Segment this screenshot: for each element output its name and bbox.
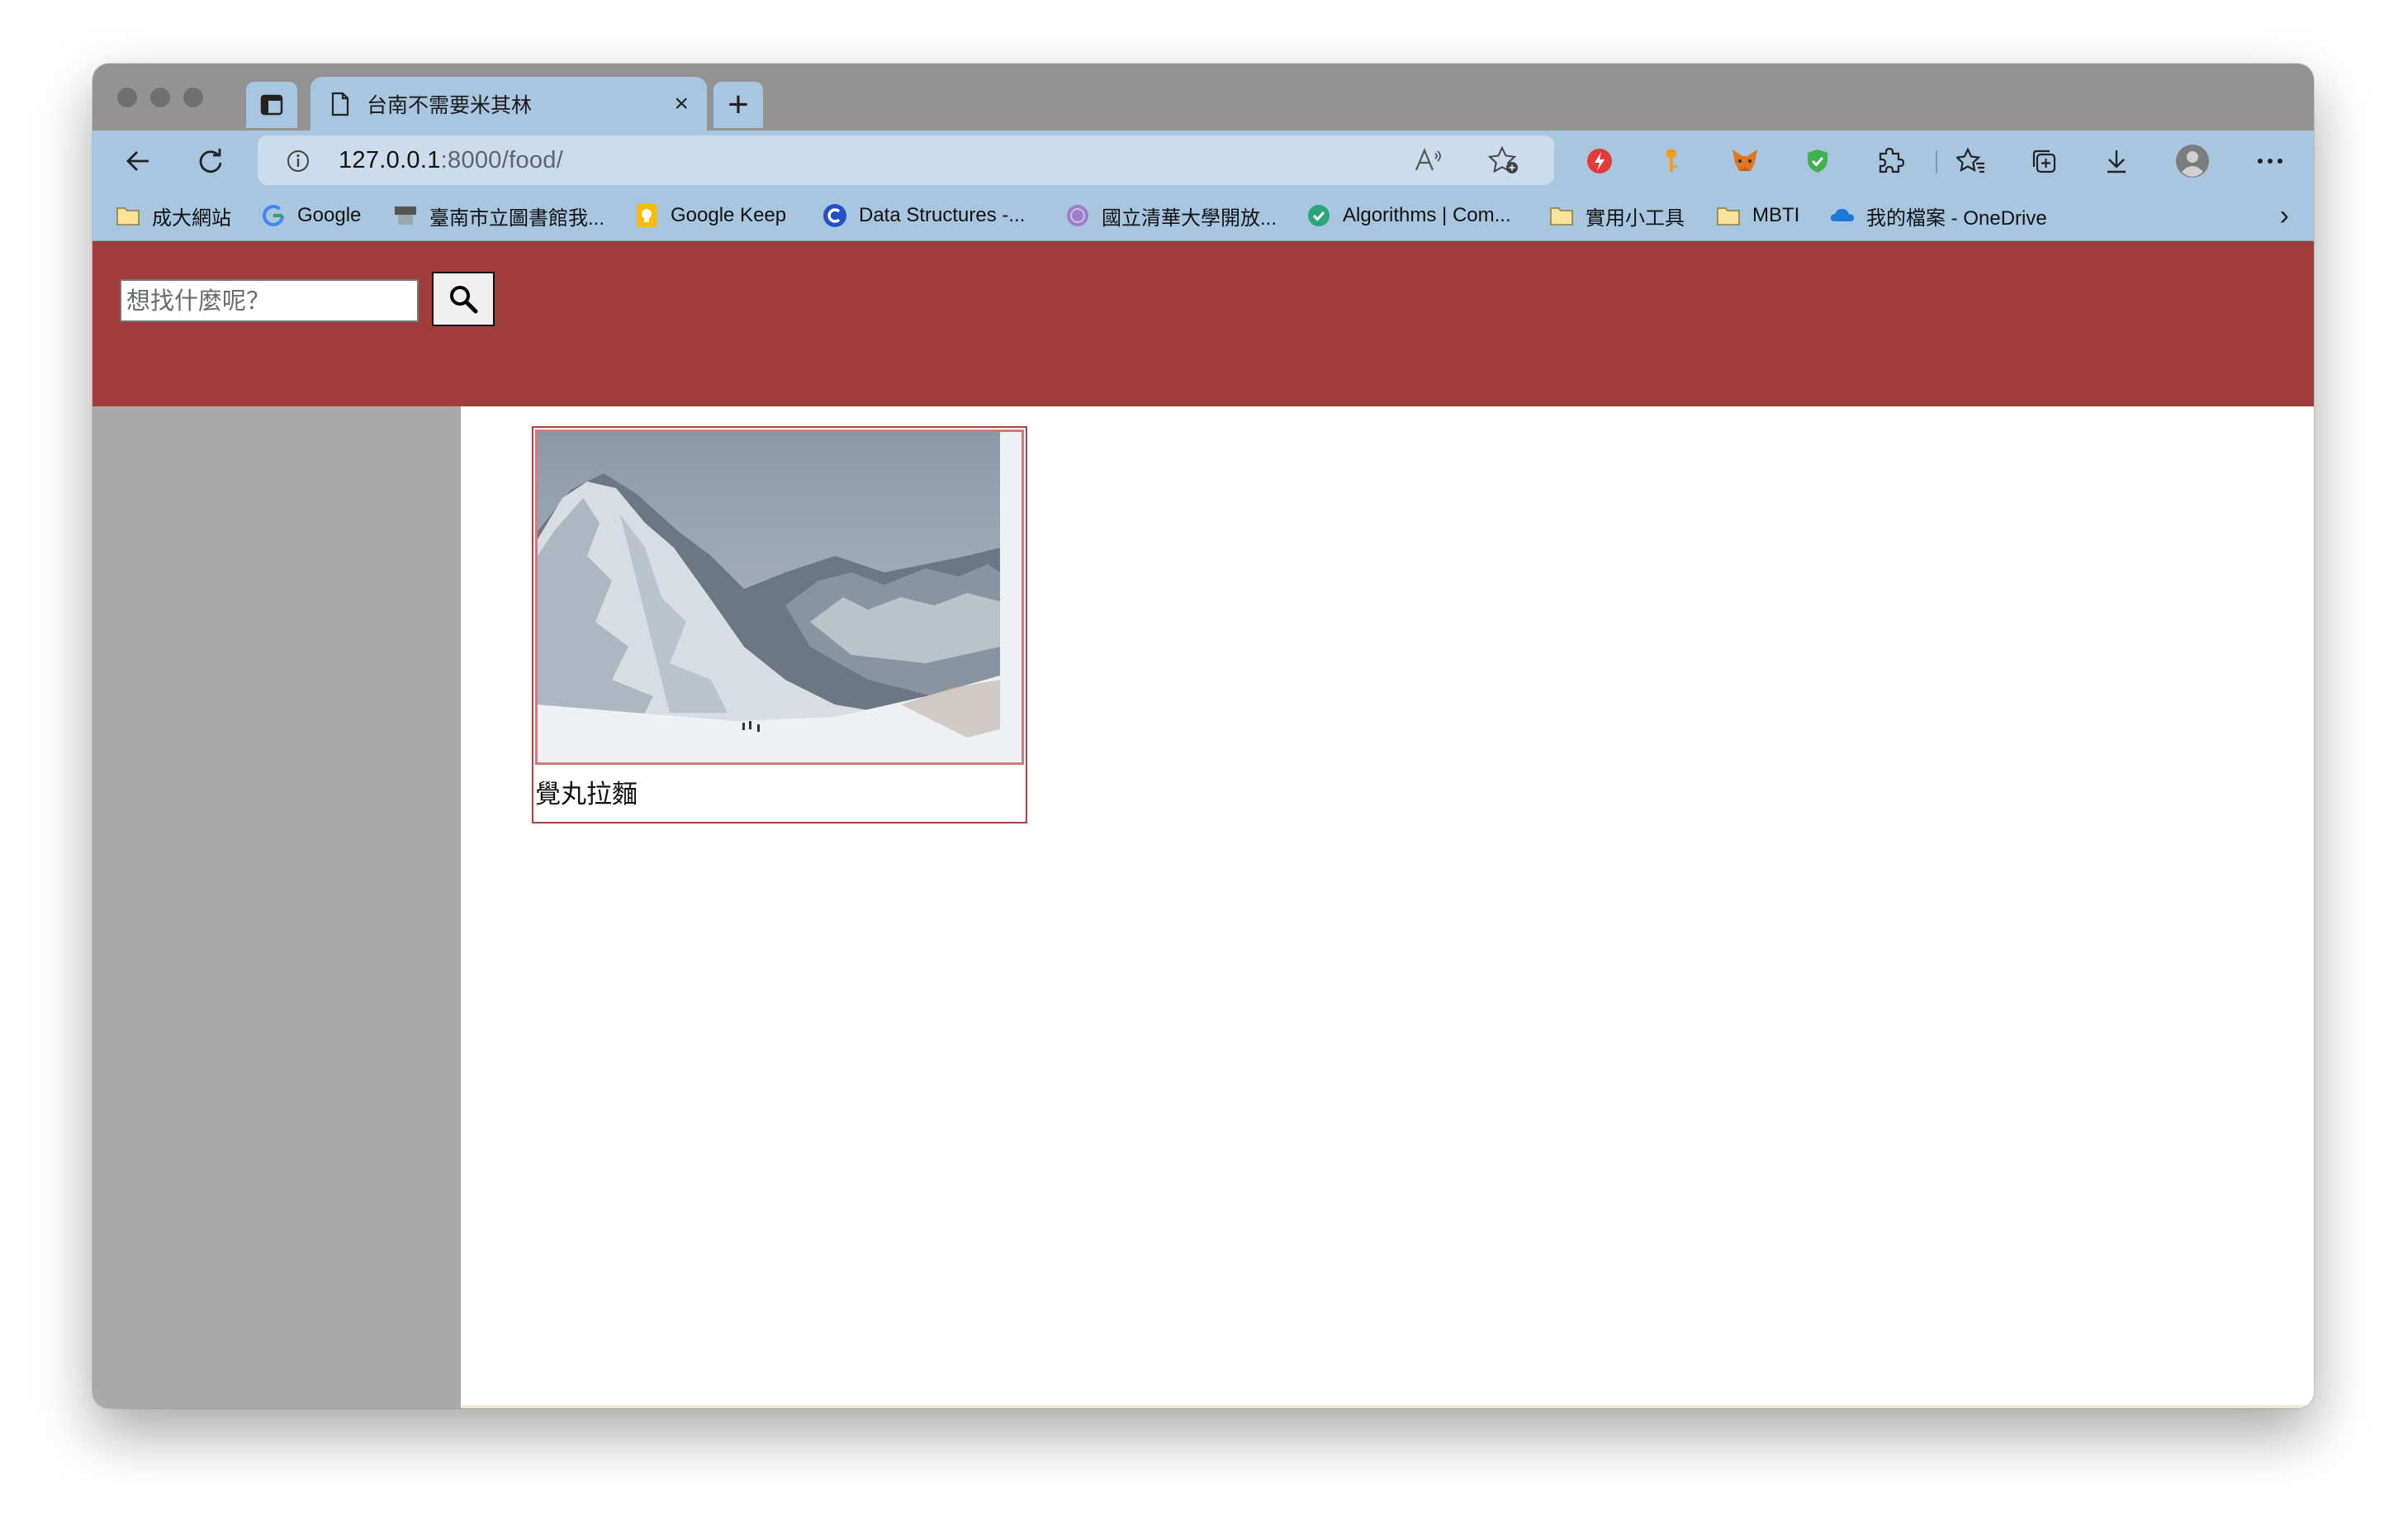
bookmark-item[interactable]: 實用小工具 bbox=[1549, 200, 1685, 231]
browser-toolbar: 127.0.0.1:8000/food/ bbox=[92, 131, 2314, 192]
extensions-puzzle-icon[interactable] bbox=[1870, 140, 1911, 182]
keep-icon bbox=[634, 203, 659, 228]
card-image-snowy-mountain[interactable] bbox=[535, 430, 1024, 765]
address-bar[interactable]: 127.0.0.1:8000/food/ bbox=[258, 135, 1554, 185]
close-window-button[interactable] bbox=[117, 88, 137, 107]
google-icon bbox=[261, 203, 286, 228]
chevron-right-icon[interactable]: › bbox=[2280, 202, 2289, 230]
browser-window: 台南不需要米其林 × + 127.0.0.1:8000/food/ 成大網站 G… bbox=[92, 64, 2314, 1408]
add-favorite-icon[interactable] bbox=[1488, 145, 1519, 175]
site-header bbox=[92, 241, 2314, 406]
bookmark-item[interactable]: Google Keep bbox=[634, 200, 786, 231]
main-content: 覺丸拉麵 bbox=[461, 406, 2314, 1408]
card-title[interactable]: 覺丸拉麵 bbox=[535, 773, 638, 810]
bookmark-item[interactable]: MBTI bbox=[1716, 200, 1799, 231]
toolbar-divider bbox=[1936, 150, 1937, 173]
sidebar bbox=[92, 406, 461, 1408]
reload-button[interactable] bbox=[190, 140, 231, 182]
search-icon bbox=[450, 286, 478, 314]
mountain-photo bbox=[538, 432, 1022, 762]
key-extension-icon[interactable] bbox=[1652, 140, 1693, 182]
back-arrow-icon bbox=[126, 151, 149, 171]
url-path: :8000/food/ bbox=[440, 147, 564, 173]
new-tab-button[interactable]: + bbox=[713, 82, 763, 128]
university-icon bbox=[1065, 203, 1090, 228]
bookmark-item[interactable]: Google bbox=[261, 200, 361, 231]
tab-title: 台南不需要米其林 bbox=[367, 93, 533, 117]
favorites-icon[interactable] bbox=[1951, 140, 1992, 182]
url-host: 127.0.0.1 bbox=[339, 147, 441, 173]
shield-extension-icon[interactable] bbox=[1797, 140, 1838, 182]
red-extension-icon[interactable] bbox=[1579, 140, 1620, 182]
bottom-edge bbox=[461, 1405, 2314, 1408]
food-card[interactable]: 覺丸拉麵 bbox=[532, 426, 1027, 823]
close-tab-icon[interactable]: × bbox=[674, 91, 689, 116]
url-text: 127.0.0.1:8000/food/ bbox=[339, 147, 563, 174]
collections-icon[interactable] bbox=[2023, 140, 2064, 182]
c-logo-icon bbox=[822, 203, 847, 228]
downloads-icon[interactable] bbox=[2096, 140, 2137, 182]
tab-strip: 台南不需要米其林 × + bbox=[92, 64, 2314, 131]
tab-actions-button[interactable] bbox=[246, 82, 297, 128]
bookmark-item[interactable]: Data Structures -... bbox=[822, 200, 1025, 231]
bookmark-item[interactable]: Algorithms | Com... bbox=[1306, 200, 1511, 231]
site-info-icon[interactable] bbox=[286, 149, 310, 173]
minimize-window-button[interactable] bbox=[150, 88, 170, 107]
read-aloud-icon[interactable] bbox=[1414, 147, 1443, 173]
tab-actions-icon bbox=[260, 94, 283, 116]
page-icon bbox=[331, 92, 349, 116]
folder-icon bbox=[116, 203, 140, 228]
bookmarks-bar: 成大網站 Google 臺南市立圖書館我... Google Keep Data… bbox=[92, 192, 2314, 241]
active-tab[interactable]: 台南不需要米其林 × bbox=[310, 77, 707, 131]
bookmark-item[interactable]: 臺南市立圖書館我... bbox=[393, 200, 604, 231]
onedrive-icon bbox=[1830, 203, 1855, 228]
bookmark-item[interactable]: 國立清華大學開放... bbox=[1065, 200, 1277, 231]
back-button[interactable] bbox=[117, 140, 159, 182]
folder-icon bbox=[1716, 203, 1741, 228]
checkmark-logo-icon bbox=[1306, 203, 1331, 228]
plus-icon: + bbox=[728, 84, 749, 125]
reload-icon bbox=[199, 149, 222, 173]
zoom-window-button[interactable] bbox=[183, 88, 203, 107]
library-icon bbox=[393, 203, 418, 228]
bookmark-item[interactable]: 我的檔案 - OneDrive bbox=[1830, 200, 2047, 231]
profile-avatar-icon[interactable] bbox=[2172, 140, 2213, 182]
folder-icon bbox=[1549, 203, 1574, 228]
bookmark-item[interactable]: 成大網站 bbox=[116, 200, 231, 231]
search-input[interactable] bbox=[120, 279, 419, 322]
metamask-fox-icon[interactable] bbox=[1724, 140, 1766, 182]
search-button[interactable] bbox=[432, 272, 495, 326]
more-menu-icon[interactable] bbox=[2249, 140, 2291, 182]
